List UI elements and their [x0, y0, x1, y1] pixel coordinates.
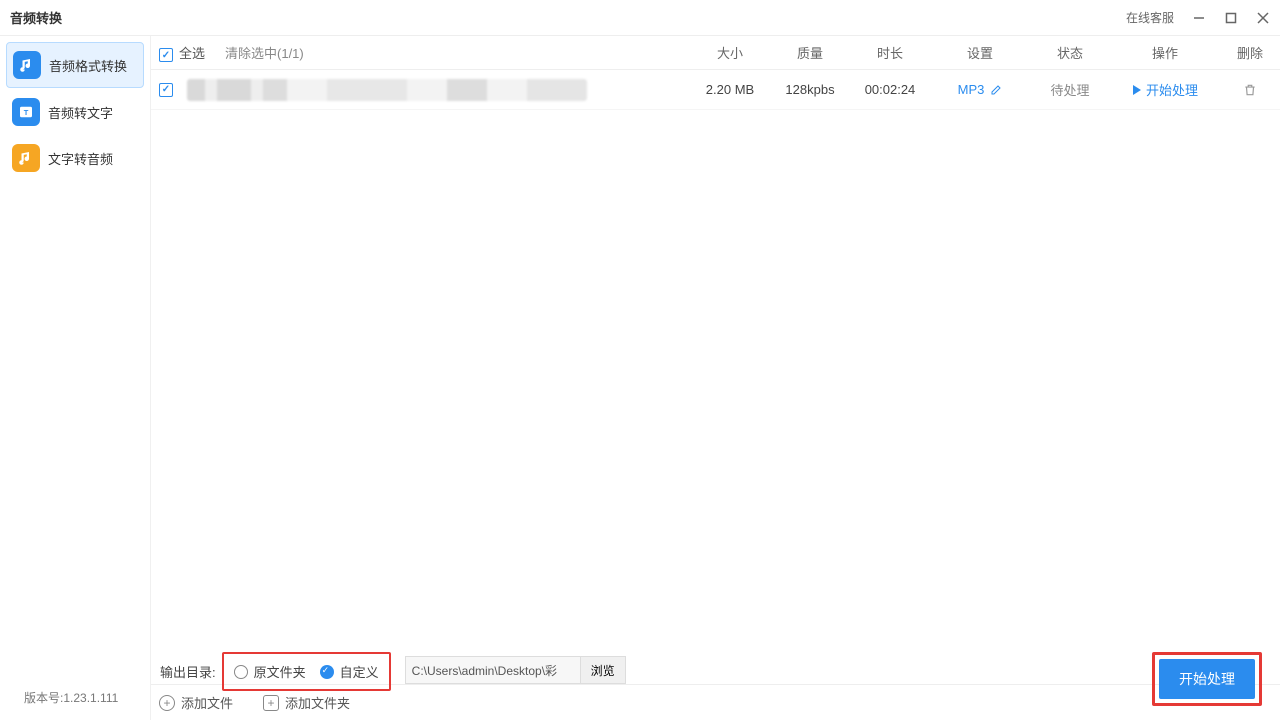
customer-service-link[interactable]: 在线客服	[1126, 9, 1174, 26]
play-icon	[1132, 85, 1142, 95]
radio-unchecked-icon	[234, 665, 248, 679]
radio-original-folder[interactable]: 原文件夹	[234, 662, 306, 681]
music-convert-icon	[13, 51, 41, 79]
output-label: 输出目录:	[160, 652, 216, 681]
sidebar-item-label: 音频转文字	[48, 103, 113, 122]
file-name-redacted	[187, 79, 587, 101]
output-dir-radio-group: 原文件夹 自定义	[222, 652, 391, 691]
cell-setting[interactable]: MP3	[930, 82, 1030, 97]
sidebar: 音频格式转换 T 音频转文字 文字转音频	[0, 36, 150, 720]
cell-quality: 128kpbs	[770, 82, 850, 97]
sidebar-item-label: 音频格式转换	[49, 56, 127, 75]
checkbox-icon[interactable]	[159, 48, 173, 62]
footer: 输出目录: 原文件夹 自定义 浏览 开始处理	[150, 634, 1280, 720]
col-duration: 时长	[850, 43, 930, 62]
version-label: 版本号:1.23.1.111	[24, 689, 118, 706]
close-button[interactable]	[1256, 11, 1270, 25]
svg-text:T: T	[24, 108, 29, 117]
cell-action[interactable]: 开始处理	[1110, 80, 1220, 99]
audio-text-icon: T	[12, 98, 40, 126]
file-list: 2.20 MB 128kpbs 00:02:24 MP3 待处理 开始处理	[151, 70, 1280, 684]
start-highlight: 开始处理	[1152, 652, 1262, 706]
col-status: 状态	[1030, 43, 1110, 62]
list-toolbar: 全选 清除选中(1/1) 大小 质量 时长 设置 状态 操作 删除	[151, 36, 1280, 70]
cell-status: 待处理	[1030, 80, 1110, 99]
col-setting: 设置	[930, 43, 1030, 62]
text-audio-icon	[12, 144, 40, 172]
clear-selection[interactable]: 清除选中(1/1)	[225, 43, 304, 62]
select-all[interactable]: 全选	[159, 43, 205, 63]
radio-checked-icon	[320, 665, 334, 679]
col-action: 操作	[1110, 43, 1220, 62]
titlebar: 音频转换 在线客服	[0, 0, 1280, 36]
main-panel: 全选 清除选中(1/1) 大小 质量 时长 设置 状态 操作 删除 2.20 M…	[150, 36, 1280, 720]
trash-icon	[1243, 83, 1257, 97]
radio-custom-folder[interactable]: 自定义	[320, 662, 379, 681]
cell-delete[interactable]	[1220, 83, 1280, 97]
sidebar-item-audio-to-text[interactable]: T 音频转文字	[6, 90, 144, 134]
minimize-button[interactable]	[1192, 11, 1206, 25]
start-button[interactable]: 开始处理	[1159, 659, 1255, 699]
row-checkbox[interactable]	[159, 83, 173, 97]
col-quality: 质量	[770, 43, 850, 62]
browse-button[interactable]: 浏览	[580, 656, 626, 684]
cell-size: 2.20 MB	[690, 82, 770, 97]
maximize-button[interactable]	[1224, 11, 1238, 25]
app-title: 音频转换	[10, 8, 62, 27]
output-path-input[interactable]	[405, 656, 580, 684]
sidebar-item-text-to-audio[interactable]: 文字转音频	[6, 136, 144, 180]
cell-duration: 00:02:24	[850, 82, 930, 97]
col-size: 大小	[690, 43, 770, 62]
table-row: 2.20 MB 128kpbs 00:02:24 MP3 待处理 开始处理	[151, 70, 1280, 110]
edit-icon	[990, 84, 1002, 96]
sidebar-item-format-convert[interactable]: 音频格式转换	[6, 42, 144, 88]
sidebar-item-label: 文字转音频	[48, 149, 113, 168]
col-delete: 删除	[1220, 43, 1280, 62]
